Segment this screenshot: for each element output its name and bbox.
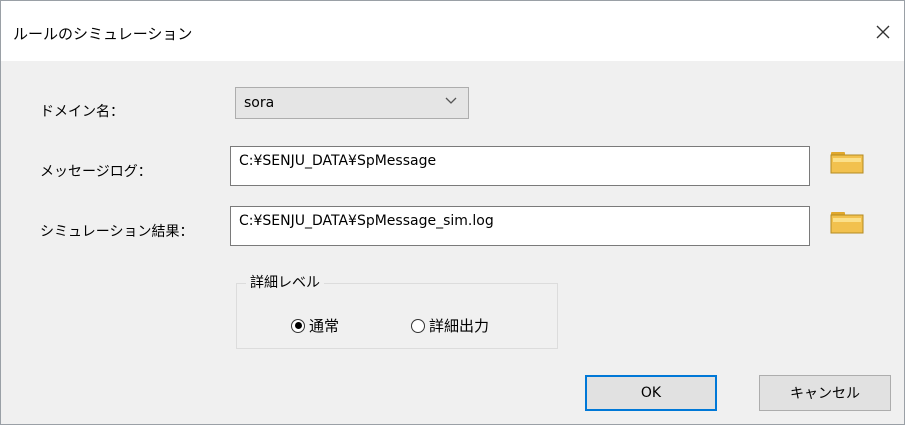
radio-normal[interactable]: 通常 bbox=[291, 315, 339, 336]
folder-icon bbox=[830, 212, 864, 234]
ok-button[interactable]: OK bbox=[585, 375, 717, 411]
title-bar: ルールのシミュレーション bbox=[1, 1, 904, 61]
radio-normal-label: 通常 bbox=[309, 317, 340, 335]
sim-result-label: シミュレーション結果： bbox=[40, 224, 194, 240]
radio-unselected-icon bbox=[411, 318, 425, 333]
radio-selected-icon bbox=[291, 318, 305, 333]
dialog-title: ルールのシミュレーション bbox=[13, 25, 193, 43]
browse-message-log-button[interactable] bbox=[830, 149, 864, 175]
detail-level-group bbox=[236, 283, 558, 349]
browse-sim-result-button[interactable] bbox=[830, 209, 864, 235]
dialog-window: ルールのシミュレーション ドメイン名： sora メッセージログ： C:¥SEN… bbox=[0, 0, 905, 425]
domain-select[interactable]: sora bbox=[235, 87, 469, 119]
radio-detailed[interactable]: 詳細出力 bbox=[411, 315, 489, 336]
domain-label: ドメイン名： bbox=[40, 104, 124, 120]
message-log-field[interactable]: C:¥SENJU_DATA¥SpMessage bbox=[230, 146, 810, 186]
close-icon bbox=[876, 25, 890, 39]
message-log-label: メッセージログ： bbox=[40, 164, 152, 180]
folder-icon bbox=[830, 152, 864, 174]
chevron-down-icon bbox=[444, 93, 458, 111]
detail-level-title: 詳細レベル bbox=[246, 272, 324, 292]
domain-select-value: sora bbox=[244, 95, 275, 111]
close-button[interactable] bbox=[868, 17, 898, 47]
cancel-button[interactable]: キャンセル bbox=[759, 375, 891, 411]
sim-result-field[interactable]: C:¥SENJU_DATA¥SpMessage_sim.log bbox=[230, 206, 810, 246]
radio-detailed-label: 詳細出力 bbox=[429, 317, 490, 335]
